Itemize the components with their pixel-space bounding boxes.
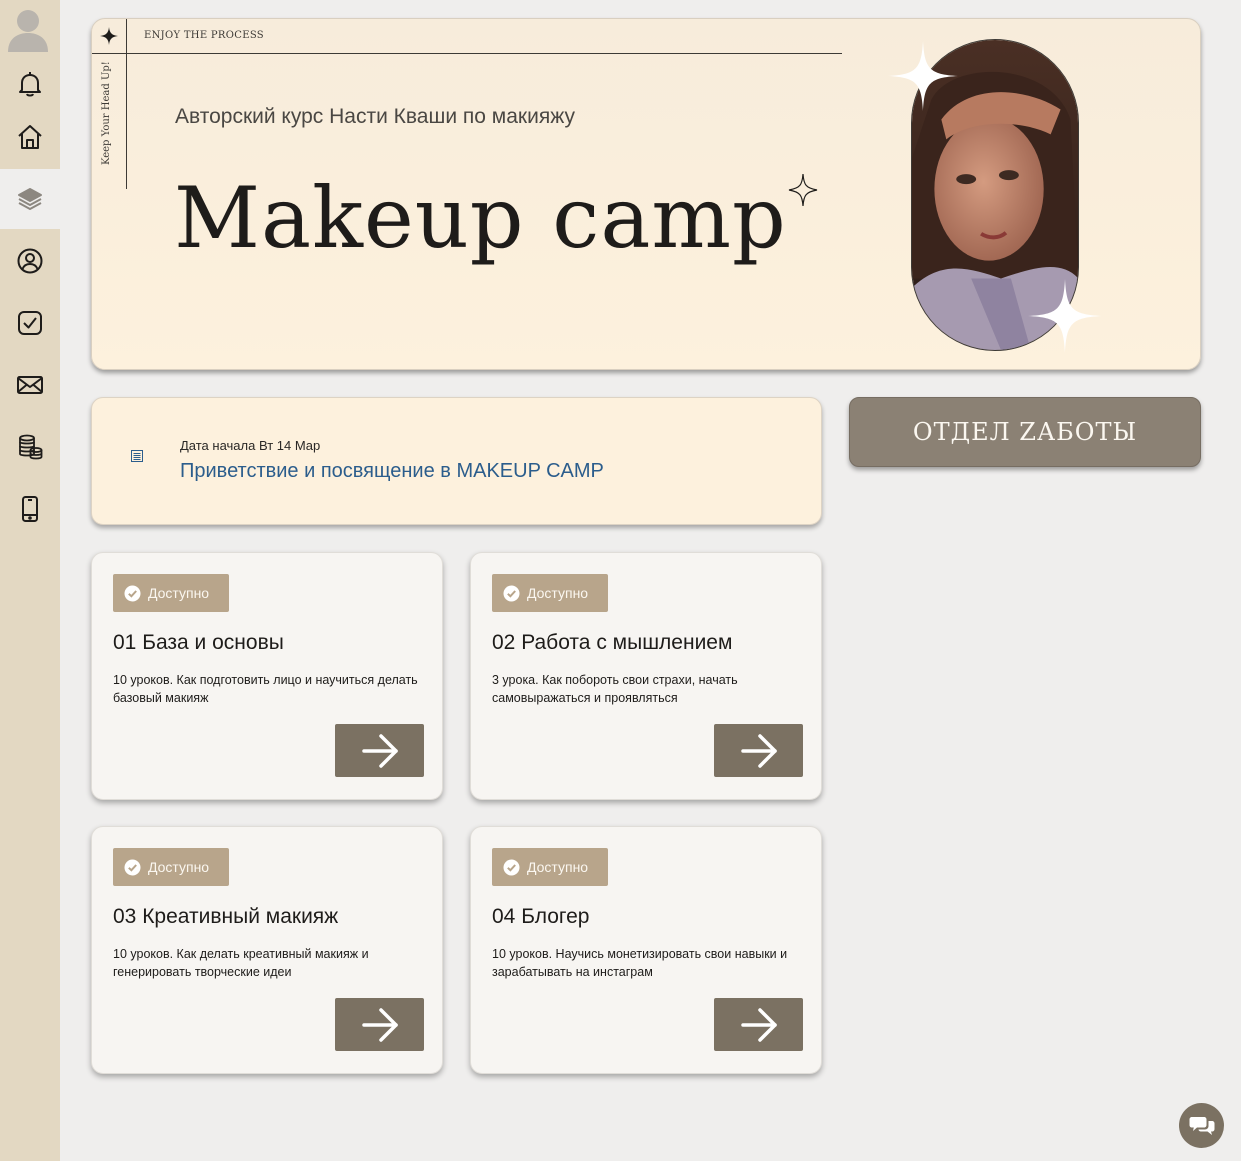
module-description: 10 уроков. Как подготовить лицо и научит… xyxy=(113,673,418,705)
module-title: 02 Работа с мышлением xyxy=(492,631,733,654)
coins-icon xyxy=(19,434,43,460)
phone-icon xyxy=(22,496,38,522)
check-circle-icon xyxy=(503,859,520,875)
user-circle-icon xyxy=(17,248,43,274)
mail-icon xyxy=(17,376,43,394)
module-title: 01 База и основы xyxy=(113,631,284,654)
sparkle-icon xyxy=(100,27,118,45)
sidebar xyxy=(0,0,60,1161)
hero-tagline: ENJOY THE PROCESS xyxy=(144,30,264,41)
module-description: 10 уроков. Научись монетизировать свои н… xyxy=(492,947,788,979)
check-circle-icon xyxy=(503,585,520,601)
chat-button[interactable] xyxy=(1179,1103,1224,1148)
open-module-button[interactable] xyxy=(335,724,424,777)
arrow-right-icon xyxy=(361,733,398,768)
sidebar-item-tasks[interactable] xyxy=(0,293,60,353)
arrow-right-icon xyxy=(361,1007,398,1042)
module-card: Доступно 02 Работа с мышлением 3 урока. … xyxy=(470,552,822,800)
status-badge-label: Доступно xyxy=(148,859,210,875)
module-description: 10 уроков. Как делать креативный макияж … xyxy=(113,947,369,979)
welcome-lesson-link[interactable]: Приветствие и посвящение в MAKEUP CAMP xyxy=(180,460,604,483)
sidebar-item-profile[interactable] xyxy=(0,231,60,291)
check-circle-icon xyxy=(124,859,141,875)
user-avatar-icon xyxy=(8,10,48,52)
status-badge: Доступно xyxy=(492,848,608,886)
status-badge: Доступно xyxy=(492,574,608,612)
module-card: Доступно 01 База и основы 10 уроков. Как… xyxy=(91,552,443,800)
sidebar-item-messages[interactable] xyxy=(0,355,60,415)
checkbox-icon xyxy=(18,311,42,335)
hero-subtitle: Авторский курс Насти Кваши по макияжу xyxy=(175,105,575,128)
module-title: 03 Креативный макияж xyxy=(113,905,339,928)
sparkle-icon xyxy=(1028,279,1102,353)
open-module-button[interactable] xyxy=(714,724,803,777)
home-icon xyxy=(18,125,42,149)
arrow-right-icon xyxy=(740,733,777,768)
layers-icon xyxy=(18,188,42,210)
module-card: Доступно 03 Креативный макияж 10 уроков.… xyxy=(91,826,443,1074)
hero-divider-vertical xyxy=(126,19,127,189)
course-start-card: Дата начала Вт 14 Мар Приветствие и посв… xyxy=(91,397,822,525)
module-card: Доступно 04 Блогер 10 уроков. Научись мо… xyxy=(470,826,822,1074)
arrow-right-icon xyxy=(740,1007,777,1042)
sidebar-item-notifications[interactable] xyxy=(0,54,60,114)
hero-title: Makeup camp xyxy=(174,169,787,267)
avatar[interactable] xyxy=(6,6,50,52)
module-description: 3 урока. Как побороть свои страхи, начат… xyxy=(492,673,738,705)
hero-banner: ENJOY THE PROCESS Keep Your Head Up! Авт… xyxy=(91,18,1201,370)
chat-bubbles-icon xyxy=(1189,1116,1214,1135)
care-department-button[interactable]: OTДЕЛ ZАБОТЫ xyxy=(849,397,1201,467)
sparkle-icon xyxy=(888,41,958,111)
sidebar-item-courses[interactable] xyxy=(0,169,60,229)
open-module-button[interactable] xyxy=(714,998,803,1051)
status-badge-label: Доступно xyxy=(527,585,589,601)
sidebar-item-home[interactable] xyxy=(0,107,60,167)
hero-divider-horizontal xyxy=(92,53,842,54)
sidebar-item-mobile[interactable] xyxy=(0,479,60,539)
open-module-button[interactable] xyxy=(335,998,424,1051)
course-start-date: Дата начала Вт 14 Мар xyxy=(180,438,321,453)
check-circle-icon xyxy=(124,585,141,601)
module-title: 04 Блогер xyxy=(492,905,590,928)
bell-icon xyxy=(19,72,41,97)
status-badge-label: Доступно xyxy=(148,585,210,601)
calendar-icon xyxy=(131,450,143,462)
hero-vertical-text: Keep Your Head Up! xyxy=(101,61,112,165)
sidebar-item-payments[interactable] xyxy=(0,417,60,477)
sparkle-outline-icon xyxy=(788,173,818,207)
status-badge-label: Доступно xyxy=(527,859,589,875)
status-badge: Доступно xyxy=(113,574,229,612)
status-badge: Доступно xyxy=(113,848,229,886)
